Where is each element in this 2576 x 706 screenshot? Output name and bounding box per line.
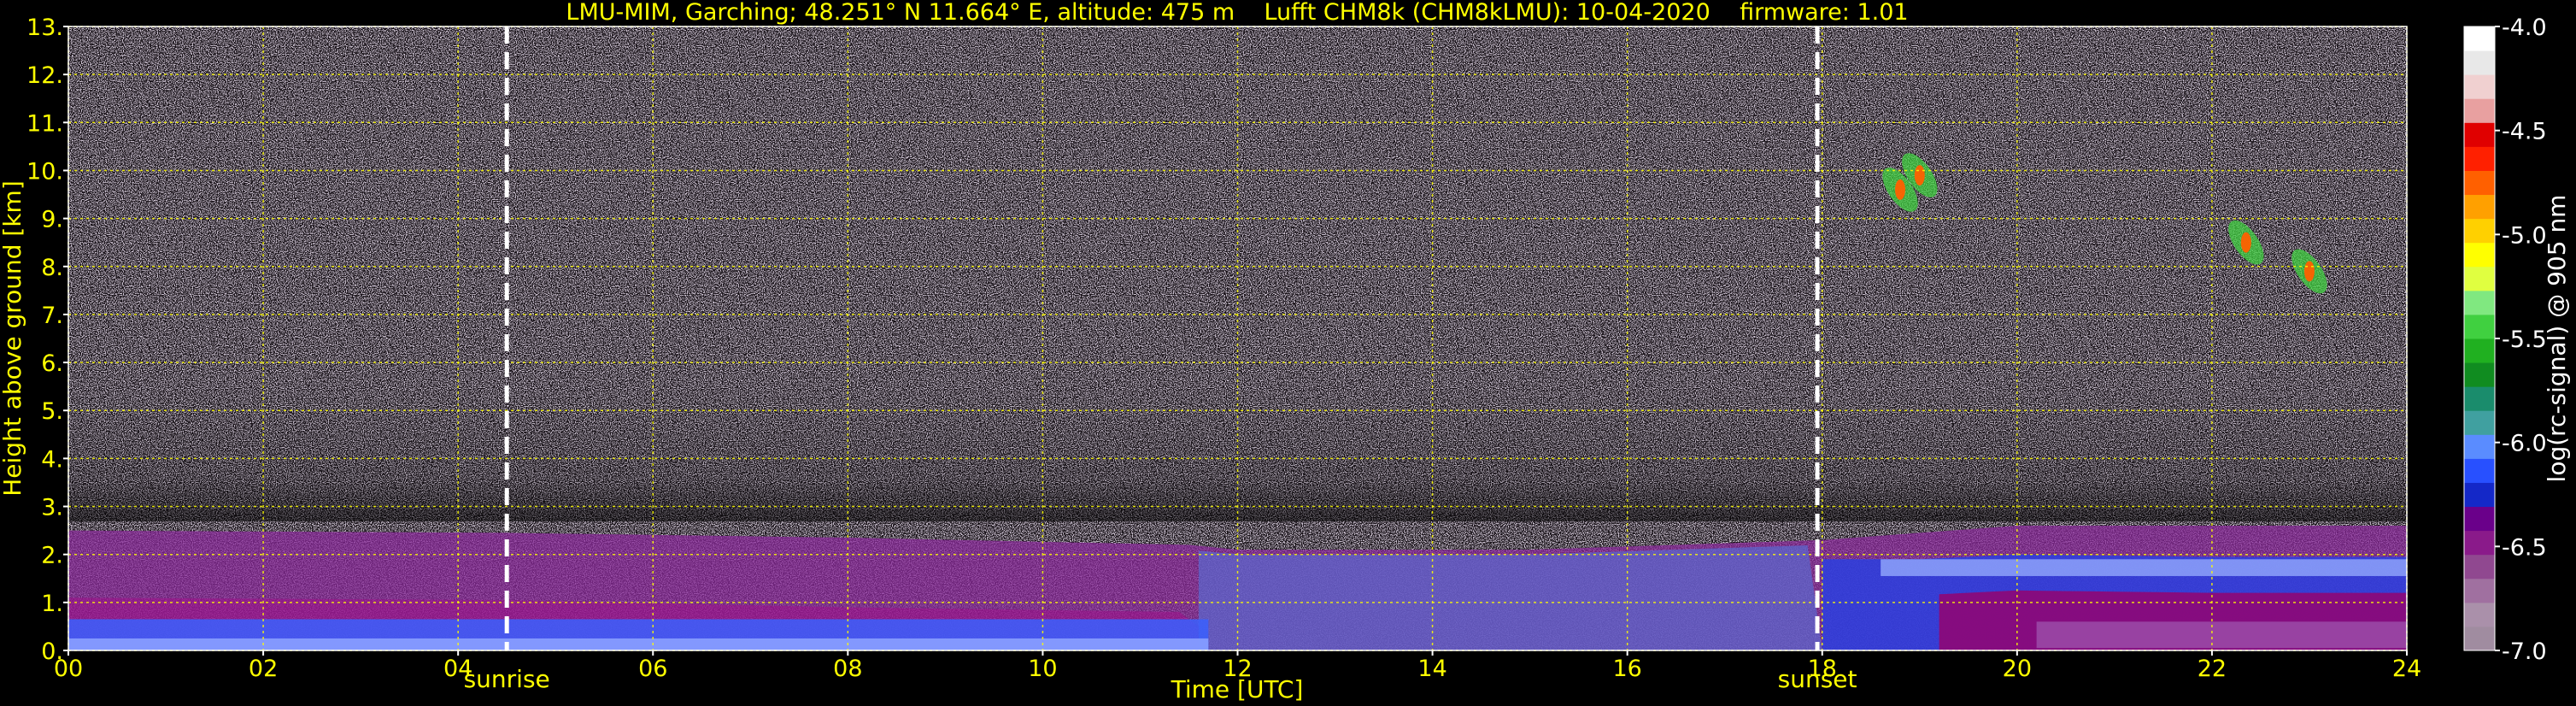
layer-evening-band xyxy=(1881,559,2407,576)
colorbar-label: log(rc-signal) @ 905 nm xyxy=(2543,195,2571,483)
y-tick-labels: 0. 1. 2. 3. 4. 5. 6. 7. 8. 9. 10. 11. 12. 13. xyxy=(26,15,68,665)
y-tick-label: 9. xyxy=(41,207,63,233)
y-tick-label: 3. xyxy=(41,495,63,521)
cloud-core xyxy=(2303,261,2315,282)
colorbar-swatch xyxy=(2464,338,2495,363)
colorbar-swatch xyxy=(2464,506,2495,532)
colorbar-swatch xyxy=(2464,554,2495,580)
colorbar-swatch xyxy=(2464,434,2495,459)
y-axis-label: Height above ground [km] xyxy=(0,180,26,497)
colorbar-swatch xyxy=(2464,122,2495,147)
x-tick-label: 20 xyxy=(2003,656,2032,682)
colorbar-tick-label: -6.0 xyxy=(2502,431,2547,457)
colorbar-swatch xyxy=(2464,50,2495,75)
colorbar-swatch xyxy=(2464,530,2495,556)
y-tick-label: 10. xyxy=(26,158,63,185)
x-tick-label: 16 xyxy=(1612,656,1641,682)
x-tick-label: 02 xyxy=(249,656,278,682)
colorbar-swatch xyxy=(2464,266,2495,291)
y-tick-label: 4. xyxy=(41,446,63,473)
colorbar-swatch xyxy=(2464,26,2495,51)
colorbar-swatch xyxy=(2464,218,2495,244)
colorbar-swatch xyxy=(2464,146,2495,171)
colorbar-tick-label: -6.5 xyxy=(2502,534,2547,561)
colorbar-swatch xyxy=(2464,458,2495,483)
colorbar-tick-label: -5.5 xyxy=(2502,327,2547,353)
cloud-core xyxy=(1894,179,1905,200)
colorbar-swatch xyxy=(2464,290,2495,315)
y-tick-label: 2. xyxy=(41,543,63,569)
y-tick-label: 8. xyxy=(41,255,63,281)
colorbar-swatch xyxy=(2464,410,2495,435)
ceilometer-chart: sunrise sunset 00 02 04 06 08 10 12 14 16 18 20 22 24… xyxy=(0,0,2571,703)
cloud-core xyxy=(2240,232,2251,253)
colorbar: -4.0 -4.5 -5.0 -5.5 -6.0 -6.5 -7.0 xyxy=(2463,15,2547,665)
colorbar-swatch xyxy=(2464,626,2495,651)
y-tick-label: 12. xyxy=(26,62,63,89)
colorbar-swatch xyxy=(2464,74,2495,99)
x-tick-label: 04 xyxy=(443,656,472,682)
colorbar-swatch xyxy=(2464,578,2495,603)
colorbar-swatch xyxy=(2464,194,2495,220)
colorbar-swatch xyxy=(2464,242,2495,268)
x-tick-label: 10 xyxy=(1028,656,1057,682)
colorbar-swatch xyxy=(2464,386,2495,411)
layer-surface-light xyxy=(68,638,1209,650)
colorbar-tick-label: -5.0 xyxy=(2502,222,2547,249)
layer-convective xyxy=(1198,545,1822,650)
y-tick-label: 6. xyxy=(41,350,63,377)
colorbar-swatch xyxy=(2464,98,2495,123)
colorbar-swatch xyxy=(2464,314,2495,339)
colorbar-swatch xyxy=(2464,602,2495,627)
y-tick-label: 7. xyxy=(41,303,63,329)
chart-title: LMU-MIM, Garching; 48.251° N 11.664° E, … xyxy=(566,0,1908,26)
x-tick-label: 06 xyxy=(638,656,667,682)
colorbar-tick-label: -4.5 xyxy=(2502,119,2547,145)
x-tick-label: 24 xyxy=(2392,656,2421,682)
colorbar-tick-label: -7.0 xyxy=(2502,638,2547,665)
sunrise-label: sunrise xyxy=(464,665,550,693)
cloud-core xyxy=(1914,165,1925,186)
colorbar-swatch xyxy=(2464,170,2495,196)
y-tick-label: 5. xyxy=(41,398,63,425)
x-tick-label: 22 xyxy=(2198,656,2227,682)
x-tick-label: 14 xyxy=(1417,656,1446,682)
x-tick-label: 08 xyxy=(833,656,862,682)
x-axis-label: Time [UTC] xyxy=(1171,675,1304,703)
y-tick-label: 0. xyxy=(41,638,63,665)
x-tick-label: 18 xyxy=(1808,656,1837,682)
colorbar-swatch xyxy=(2464,482,2495,508)
y-tick-label: 11. xyxy=(26,110,63,137)
layer-night-lower xyxy=(2036,621,2407,649)
y-tick-label: 1. xyxy=(41,591,63,617)
colorbar-swatch xyxy=(2464,362,2495,387)
y-tick-label: 13. xyxy=(26,15,63,41)
colorbar-tick-label: -4.0 xyxy=(2502,15,2547,41)
